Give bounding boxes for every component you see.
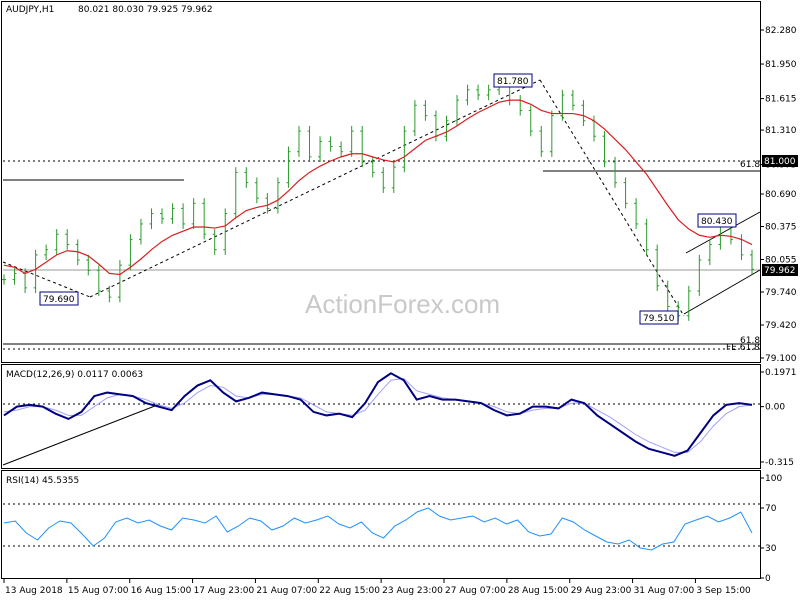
price-y-label: 80.055 xyxy=(765,255,797,265)
x-label: 21 Aug 07:00 xyxy=(256,586,317,596)
x-label: 29 Aug 23:00 xyxy=(571,586,632,596)
price-tag-81000: 81.000 xyxy=(762,155,798,167)
macd-y-axis: 0.1971 0.00 -0.315 xyxy=(760,368,797,468)
macd-title: MACD(12,26,9) 0.0117 0.0063 xyxy=(6,370,143,380)
rsi-y-label: 70 xyxy=(765,504,777,514)
x-label: 23 Aug 23:00 xyxy=(382,586,443,596)
watermark: ActionForex.com xyxy=(305,289,500,319)
rsi-y-label: 100 xyxy=(765,474,782,484)
x-label: 16 Aug 15:00 xyxy=(131,586,192,596)
chart-ohlc: 80.021 80.030 79.925 79.962 xyxy=(78,5,213,15)
price-y-label: 82.280 xyxy=(765,26,797,36)
x-label: 28 Aug 15:00 xyxy=(508,586,569,596)
rsi-panel xyxy=(1,470,761,579)
x-label: 31 Aug 07:00 xyxy=(634,586,695,596)
price-y-label: 81.950 xyxy=(765,60,797,70)
x-label: 27 Aug 07:00 xyxy=(445,586,506,596)
price-y-label: 81.615 xyxy=(765,95,797,105)
price-tag-current: 79.962 xyxy=(762,264,798,276)
annotation-high-80430: 80.430 xyxy=(697,213,737,228)
chart-canvas: ActionForex.com AUDJPY,H1 80.021 80.030 … xyxy=(1,1,798,596)
annotation-low-label: 79.690 xyxy=(43,295,75,305)
x-label: 3 Sep 15:00 xyxy=(696,586,751,596)
rsi-title: RSI(14) 45.5355 xyxy=(6,476,79,486)
chart-symbol: AUDJPY,H1 xyxy=(6,5,54,15)
annotation-low-79510: 79.510 xyxy=(639,310,679,325)
rsi-y-label: 30 xyxy=(765,544,777,554)
x-label: 13 Aug 2018 xyxy=(5,586,63,596)
price-y-label: 80.690 xyxy=(765,190,797,200)
price-y-label: 79.420 xyxy=(765,321,797,331)
macd-y-label: 0.1971 xyxy=(765,368,797,378)
x-label: 15 Aug 07:00 xyxy=(68,586,129,596)
macd-y-label: -0.315 xyxy=(765,458,794,468)
price-tag-current-text: 79.962 xyxy=(764,266,796,276)
rsi-y-label: 0 xyxy=(765,574,771,584)
price-y-label: 80.375 xyxy=(765,222,797,232)
x-label: 22 Aug 15:00 xyxy=(319,586,380,596)
price-y-label: 79.740 xyxy=(765,288,797,298)
price-tag-81000-text: 81.000 xyxy=(764,157,796,167)
macd-y-label: 0.00 xyxy=(765,403,785,413)
price-y-label: 81.310 xyxy=(765,126,797,136)
annotation-high-label: 81.780 xyxy=(497,77,529,87)
annotation-low-79690: 79.690 xyxy=(39,291,79,306)
price-y-axis: 82.28081.95081.61581.31080.97580.69080.3… xyxy=(760,26,797,364)
x-axis: 13 Aug 2018 15 Aug 07:00 16 Aug 15:00 17 Au… xyxy=(3,579,751,596)
price-y-label: 79.100 xyxy=(765,354,797,364)
annotation-high-81780: 81.780 xyxy=(493,73,533,88)
x-label: 17 Aug 23:00 xyxy=(194,586,255,596)
fib-618-label: 61.8 xyxy=(740,160,760,170)
rsi-y-axis: 100 70 30 0 xyxy=(760,474,782,584)
annotation-high2-label: 80.430 xyxy=(701,217,733,227)
fe-618-label: FE 61.8 xyxy=(726,343,760,353)
annotation-low2-label: 79.510 xyxy=(643,314,675,324)
